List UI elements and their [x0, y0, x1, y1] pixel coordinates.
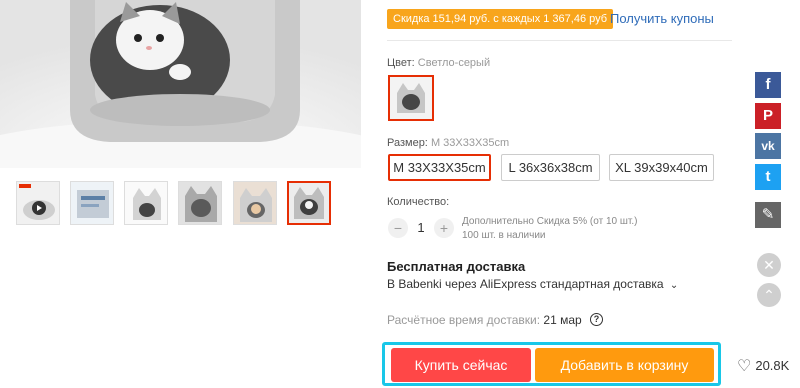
- help-icon[interactable]: ?: [590, 313, 603, 326]
- coupon-badge: Скидка 151,94 руб. с каждых 1 367,46 руб: [387, 9, 614, 29]
- color-value: Светло-серый: [417, 57, 491, 69]
- size-value: M 33X33X35cm: [430, 137, 510, 149]
- size-option-xl[interactable]: XL 39x39x40cm: [609, 154, 714, 181]
- delivery-estimate-label: Расчётное время доставки:: [387, 313, 541, 327]
- color-label-text: Цвет:: [387, 57, 415, 69]
- stock-note: 100 шт. в наличии: [462, 230, 546, 241]
- thumbnail-1[interactable]: [16, 181, 60, 225]
- color-option-light-gray[interactable]: [388, 75, 434, 121]
- add-to-cart-button[interactable]: Добавить в корзину: [535, 348, 714, 382]
- quantity-label: Количество:: [387, 196, 450, 208]
- divider: [387, 40, 732, 41]
- quantity-value[interactable]: 1: [414, 220, 428, 235]
- edit-icon[interactable]: ✎: [755, 202, 781, 228]
- scroll-up-icon[interactable]: ⌃: [757, 283, 781, 307]
- thumbnail-2[interactable]: [70, 181, 114, 225]
- thumbnail-4[interactable]: [178, 181, 222, 225]
- delivery-estimate: Расчётное время доставки: 21 мар: [387, 313, 582, 327]
- wishlist-count: 20.8K: [755, 358, 790, 373]
- free-shipping-title: Бесплатная доставка: [387, 259, 526, 274]
- shipping-method-text: В Babenki через AliExpress стандартная д…: [387, 277, 664, 291]
- quantity-increase-button[interactable]: +: [434, 218, 454, 238]
- close-icon[interactable]: ✕: [757, 253, 781, 277]
- vk-icon[interactable]: vk: [755, 133, 781, 159]
- wishlist-button[interactable]: ♡ 20.8K: [737, 356, 789, 376]
- size-option-l[interactable]: L 36x36x38cm: [501, 154, 600, 181]
- thumbnail-5[interactable]: [233, 181, 277, 225]
- pinterest-icon[interactable]: P: [755, 103, 781, 129]
- twitter-icon[interactable]: t: [755, 164, 781, 190]
- buy-now-button[interactable]: Купить сейчас: [391, 348, 531, 382]
- quantity-decrease-button[interactable]: −: [388, 218, 408, 238]
- get-coupons-link[interactable]: Получить купоны: [610, 11, 714, 26]
- size-label: Размер: M 33X33X35cm: [387, 137, 509, 149]
- heart-icon: ♡: [737, 358, 752, 375]
- thumbnail-6-selected[interactable]: [287, 181, 331, 225]
- color-label: Цвет: Светло-серый: [387, 57, 490, 69]
- size-option-m[interactable]: M 33X33X35cm: [388, 154, 491, 181]
- bulk-discount-note: Дополнительно Скидка 5% (от 10 шт.): [462, 216, 638, 227]
- size-label-text: Размер:: [387, 137, 428, 149]
- thumbnail-3[interactable]: [124, 181, 168, 225]
- chevron-down-icon: ⌄: [669, 280, 679, 291]
- main-product-photo: [0, 0, 361, 168]
- delivery-estimate-date: 21 мар: [543, 313, 582, 327]
- shipping-method-selector[interactable]: В Babenki через AliExpress стандартная д…: [387, 277, 678, 291]
- facebook-icon[interactable]: f: [755, 72, 781, 98]
